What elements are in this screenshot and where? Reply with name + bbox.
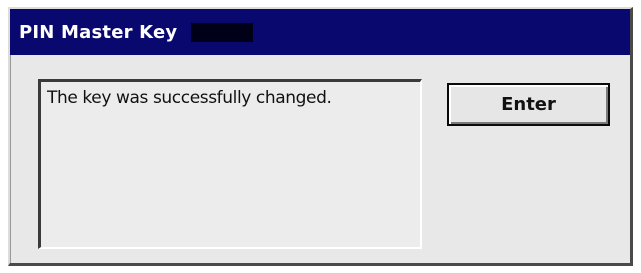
enter-button-label: Enter: [501, 94, 556, 115]
dialog-window: PIN Master Key The key was successfully …: [8, 7, 633, 266]
title-bar[interactable]: PIN Master Key: [10, 9, 630, 55]
dialog-title: PIN Master Key: [19, 21, 178, 43]
enter-button[interactable]: Enter: [447, 83, 610, 126]
status-message: The key was successfully changed.: [47, 88, 332, 108]
redacted-title-text: [191, 22, 254, 42]
message-panel: The key was successfully changed.: [38, 79, 422, 249]
